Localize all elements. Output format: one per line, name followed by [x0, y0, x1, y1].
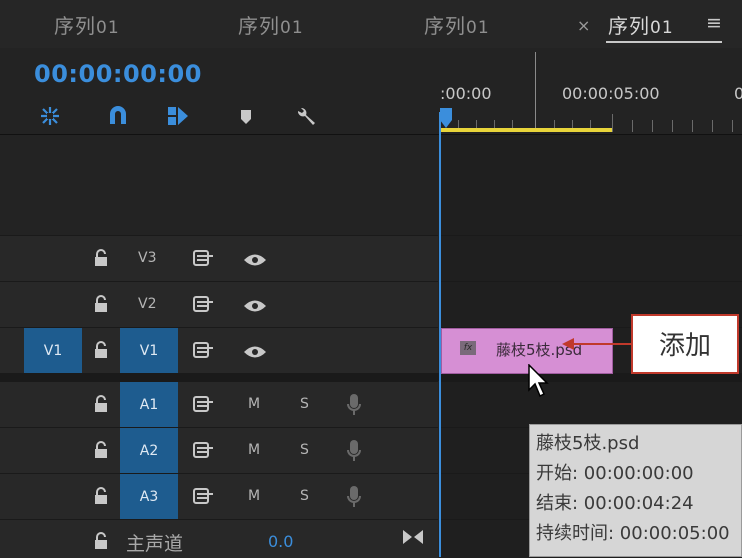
- tooltip-end: 结束: 00:00:04:24: [536, 493, 694, 514]
- panel-menu-icon[interactable]: ≡: [706, 12, 722, 34]
- track-target-v1[interactable]: V1: [120, 328, 178, 374]
- fx-badge: fx: [460, 341, 476, 355]
- microphone-icon[interactable]: [347, 485, 361, 513]
- lock-icon[interactable]: [94, 441, 108, 463]
- playhead-icon[interactable]: [440, 108, 452, 128]
- callout-arrow: [560, 334, 632, 354]
- track-header-a3: A3 M S: [0, 473, 438, 520]
- mute-button[interactable]: M: [248, 442, 260, 458]
- track-target-a1[interactable]: A1: [120, 382, 178, 428]
- track-header-a2: A2 M S: [0, 427, 438, 474]
- sync-lock-icon[interactable]: [193, 442, 215, 462]
- timeline-track-v3[interactable]: [441, 235, 742, 282]
- track-header-empty: [0, 135, 438, 235]
- playhead-timecode[interactable]: 00:00:00:00: [34, 60, 202, 88]
- solo-button[interactable]: S: [300, 488, 309, 504]
- solo-button[interactable]: S: [300, 442, 309, 458]
- lock-icon[interactable]: [94, 395, 108, 417]
- track-target-a3[interactable]: A3: [120, 474, 178, 520]
- annotation-callout: 添加: [631, 314, 739, 374]
- ripple-snap-icon[interactable]: [38, 104, 62, 128]
- ruler-ticks: [440, 48, 742, 134]
- tab-sequence-active[interactable]: 序列01: [608, 10, 674, 39]
- mouse-cursor-icon: [528, 363, 550, 402]
- tab-sequence-2[interactable]: 序列01: [238, 10, 304, 39]
- lock-icon[interactable]: [94, 487, 108, 509]
- tooltip-title: 藤枝5枝.psd: [536, 433, 640, 454]
- sync-lock-icon[interactable]: [193, 296, 215, 316]
- microphone-icon[interactable]: [347, 393, 361, 421]
- clip-tooltip: 藤枝5枝.psd 开始: 00:00:00:00 结束: 00:00:04:24…: [529, 424, 742, 557]
- track-name[interactable]: V3: [138, 250, 156, 266]
- marker-icon[interactable]: [234, 104, 258, 128]
- solo-button[interactable]: S: [300, 396, 309, 412]
- sync-lock-icon[interactable]: [193, 396, 215, 416]
- timeline-empty: [441, 135, 742, 235]
- microphone-icon[interactable]: [347, 439, 361, 467]
- lock-icon[interactable]: [94, 532, 108, 554]
- tab-sequence-3[interactable]: 序列01: [424, 10, 490, 39]
- track-name[interactable]: V2: [138, 296, 156, 312]
- magnet-icon[interactable]: [106, 104, 130, 128]
- track-header-v3: V3: [0, 235, 438, 282]
- master-volume[interactable]: 0.0: [268, 532, 293, 551]
- lock-icon[interactable]: [94, 295, 108, 317]
- master-track-label: 主声道: [126, 533, 184, 555]
- wrench-icon[interactable]: [294, 104, 318, 128]
- video-audio-divider[interactable]: [0, 373, 742, 381]
- eye-icon[interactable]: [243, 252, 267, 271]
- track-header-a1: A1 M S: [0, 381, 438, 428]
- linked-selection-icon[interactable]: [166, 104, 190, 128]
- track-header-v1: V1 V1: [0, 327, 438, 374]
- mute-button[interactable]: M: [248, 396, 260, 412]
- track-header-master: 主声道: [0, 519, 438, 558]
- track-header-v2: V2: [0, 281, 438, 328]
- eye-icon[interactable]: [243, 344, 267, 363]
- lock-icon[interactable]: [94, 341, 108, 363]
- tooltip-duration: 持续时间: 00:00:05:00: [536, 523, 730, 544]
- sync-lock-icon[interactable]: [193, 342, 215, 362]
- tab-close-icon[interactable]: ×: [577, 16, 590, 35]
- timeline-track-a1[interactable]: [441, 381, 742, 428]
- sync-lock-icon[interactable]: [193, 488, 215, 508]
- mute-button[interactable]: M: [248, 488, 260, 504]
- eye-icon[interactable]: [243, 298, 267, 317]
- source-patch-v1[interactable]: V1: [24, 328, 82, 374]
- lock-icon[interactable]: [94, 249, 108, 271]
- tab-sequence-1[interactable]: 序列01: [54, 10, 120, 39]
- sync-lock-icon[interactable]: [193, 250, 215, 270]
- active-tab-underline: [606, 41, 722, 43]
- track-target-a2[interactable]: A2: [120, 428, 178, 474]
- go-to-inout-icon[interactable]: [402, 529, 424, 549]
- tooltip-start: 开始: 00:00:00:00: [536, 463, 694, 484]
- work-area-bar[interactable]: [440, 128, 612, 132]
